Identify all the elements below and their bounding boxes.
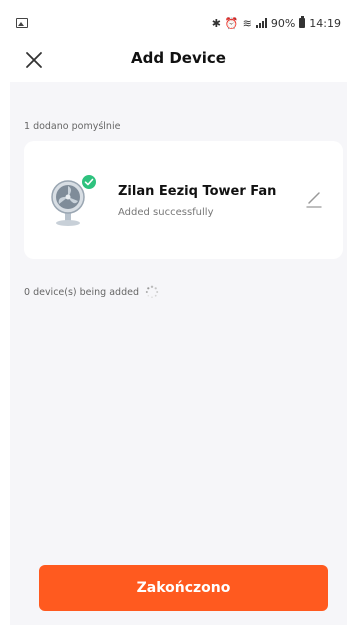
check-icon bbox=[84, 178, 94, 186]
added-count-label: 1 dodano pomyślnie bbox=[24, 121, 121, 132]
alarm-icon: ⏰ bbox=[224, 16, 239, 30]
device-name: Zilan Eeziq Tower Fan bbox=[118, 184, 277, 199]
bluetooth-icon: ✱ bbox=[211, 16, 221, 30]
device-card[interactable]: Zilan Eeziq Tower Fan Added successfully bbox=[24, 141, 343, 259]
adding-row: 0 device(s) being added bbox=[24, 285, 159, 299]
header: Add Device bbox=[10, 36, 347, 82]
success-badge bbox=[80, 173, 98, 191]
status-bar: ✱ ⏰ ≋ 90% 14:19 bbox=[10, 10, 347, 36]
app-screen: ✱ ⏰ ≋ 90% 14:19 Add Device 1 dodano pomy… bbox=[10, 10, 347, 625]
wifi-icon: ≋ bbox=[242, 16, 252, 30]
battery-percent: 90% bbox=[270, 16, 296, 30]
finish-button[interactable]: Zakończono bbox=[39, 565, 328, 611]
status-left bbox=[16, 18, 28, 28]
page-title: Add Device bbox=[131, 49, 226, 67]
battery-icon bbox=[299, 16, 306, 28]
status-right: ✱ ⏰ ≋ 90% 14:19 bbox=[211, 16, 341, 30]
edit-icon bbox=[306, 192, 322, 208]
loading-spinner-icon bbox=[145, 285, 159, 298]
gallery-icon bbox=[16, 18, 28, 28]
adding-count-label: 0 device(s) being added bbox=[24, 286, 139, 298]
device-status: Added successfully bbox=[118, 207, 214, 218]
signal-icon bbox=[255, 18, 267, 28]
clock: 14:19 bbox=[309, 16, 341, 30]
edit-name-button[interactable] bbox=[303, 188, 325, 210]
